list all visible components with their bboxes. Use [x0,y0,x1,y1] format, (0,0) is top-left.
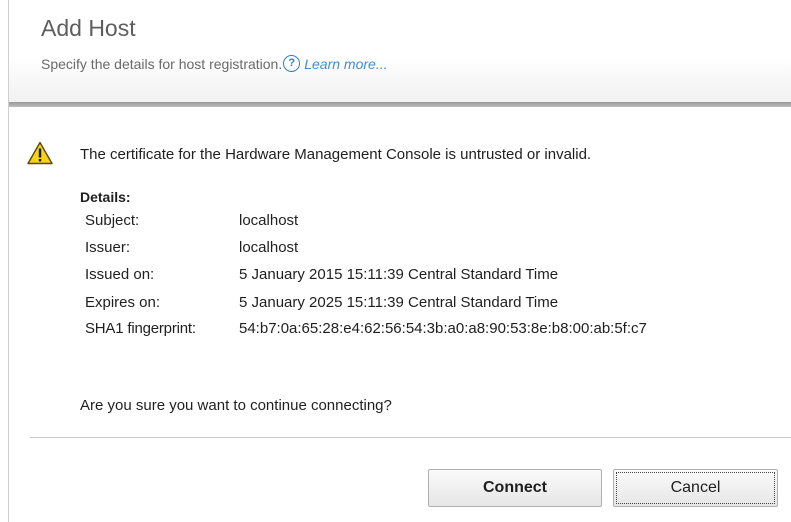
add-host-dialog: Add Host Specify the details for host re… [0,0,791,522]
dialog-subtitle-line: Specify the details for host registratio… [41,55,388,72]
warning-triangle-icon [27,141,53,165]
dialog-header: Add Host Specify the details for host re… [9,0,791,102]
footer-divider [30,437,791,438]
detail-value: localhost [239,212,299,229]
dialog-title: Add Host [41,15,136,41]
connect-button[interactable]: Connect [428,469,602,507]
detail-label: Issuer: [85,239,131,256]
dialog-subtitle: Specify the details for host registratio… [41,55,283,72]
detail-value: 5 January 2015 15:11:39 Central Standard… [239,266,559,283]
detail-label: Subject: [85,212,140,229]
cancel-button[interactable]: Cancel [613,469,778,507]
header-divider [9,102,791,107]
detail-row-expires-on: Expires on: 5 January 2025 15:11:39 Centr… [85,294,558,311]
detail-row-sha1-fingerprint: SHA1 fingerprint: 54:b7:0a:65:28:e4:62:56… [85,320,647,337]
detail-value: localhost [239,239,299,256]
warning-message: The certificate for the Hardware Managem… [80,146,592,163]
detail-value: 5 January 2025 15:11:39 Central Standard… [239,294,559,311]
detail-row-subject: Subject: localhost [85,212,298,229]
detail-row-issuer: Issuer: localhost [85,239,298,256]
detail-row-issued-on: Issued on: 5 January 2015 15:11:39 Centra… [85,266,558,283]
detail-label: SHA1 fingerprint: [85,320,196,337]
learn-more-link[interactable]: Learn more... [304,56,387,72]
detail-label: Issued on: [85,266,155,283]
detail-value: 54:b7:0a:65:28:e4:62:56:54:3b:a0:a8:90:5… [239,320,647,337]
details-heading: Details: [80,189,131,205]
detail-label: Expires on: [85,294,161,311]
question-circle-icon[interactable]: ? [283,55,301,72]
confirm-question: Are you sure you want to continue connec… [80,397,392,414]
